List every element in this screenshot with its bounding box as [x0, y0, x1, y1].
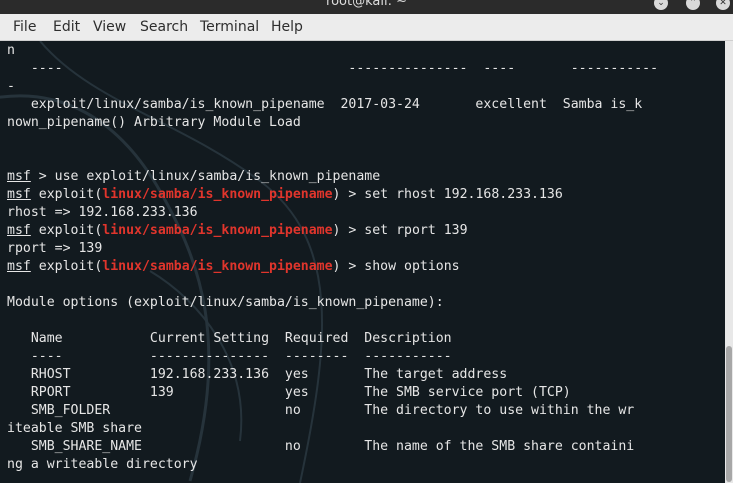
terminal-line: ---- --------------- -------- ----------…: [7, 348, 658, 366]
terminal-output[interactable]: n ---- --------------- ---- ----------- -…: [0, 41, 725, 483]
terminal-line: iteable SMB share: [7, 420, 658, 438]
terminal-text: rport => 139: [7, 241, 103, 256]
title-bar[interactable]: root@kali: ~ ⌄ ⌃ ✕: [0, 0, 733, 14]
terminal-line: exploit/linux/samba/is_known_pipename 20…: [7, 96, 658, 114]
terminal-text: n: [7, 43, 15, 58]
menu-help[interactable]: Help: [271, 19, 303, 35]
terminal-line: ---- --------------- ---- -----------: [7, 60, 658, 78]
menu-view[interactable]: View: [93, 19, 126, 35]
menu-search[interactable]: Search: [140, 19, 188, 35]
terminal-line: SMB_FOLDER no The directory to use withi…: [7, 402, 658, 420]
terminal-line: n: [7, 42, 658, 60]
terminal-text: exploit(: [30, 187, 103, 202]
module-path: linux/samba/is_known_pipename: [102, 187, 333, 202]
terminal-text: ---- --------------- -------- ----------…: [7, 349, 452, 364]
terminal-text: rhost => 192.168.233.136: [7, 205, 198, 220]
menu-bar: File Edit View Search Terminal Help: [0, 14, 733, 41]
terminal-line: msf exploit(linux/samba/is_known_pipenam…: [7, 258, 658, 276]
scrollbar-thumb[interactable]: [726, 346, 732, 482]
terminal-line: Module options (exploit/linux/samba/is_k…: [7, 294, 658, 312]
terminal-text: > use exploit/linux/samba/is_known_pipen…: [30, 169, 381, 184]
terminal-text: -: [7, 79, 15, 94]
msf-prompt: msf: [7, 259, 31, 274]
terminal-text: exploit(: [30, 223, 103, 238]
terminal-line: nown_pipename() Arbitrary Module Load: [7, 114, 658, 132]
terminal-window: root@kali: ~ ⌄ ⌃ ✕ File Edit View Search…: [0, 0, 733, 483]
msf-prompt: msf: [7, 187, 31, 202]
terminal-text: Module options (exploit/linux/samba/is_k…: [7, 295, 444, 310]
terminal-lines: n ---- --------------- ---- ----------- -…: [7, 42, 658, 474]
terminal-line: Name Current Setting Required Descriptio…: [7, 330, 658, 348]
terminal-text: ---- --------------- ---- -----------: [7, 61, 659, 76]
terminal-line: msf exploit(linux/samba/is_known_pipenam…: [7, 186, 658, 204]
terminal-text: ) > set rhost 192.168.233.136: [332, 187, 563, 202]
terminal-text: ng a writeable directory: [7, 457, 198, 472]
menu-file[interactable]: File: [13, 19, 36, 35]
terminal-text: RHOST 192.168.233.136 yes The target add…: [7, 367, 508, 382]
terminal-text: exploit/linux/samba/is_known_pipename 20…: [7, 97, 643, 112]
terminal-text: SMB_FOLDER no The directory to use withi…: [7, 403, 635, 418]
terminal-text: SMB_SHARE_NAME no The name of the SMB sh…: [7, 439, 635, 454]
terminal-text: nown_pipename() Arbitrary Module Load: [7, 115, 301, 130]
menu-terminal[interactable]: Terminal: [200, 19, 259, 35]
terminal-line: ng a writeable directory: [7, 456, 658, 474]
terminal-text: iteable SMB share: [7, 421, 142, 436]
terminal-text: ) > set rport 139: [332, 223, 468, 238]
terminal-line: -: [7, 78, 658, 96]
terminal-text: ) > show options: [332, 259, 460, 274]
module-path: linux/samba/is_known_pipename: [102, 259, 333, 274]
menu-edit[interactable]: Edit: [53, 19, 80, 35]
terminal-text: RPORT 139 yes The SMB service port (TCP): [7, 385, 571, 400]
msf-prompt: msf: [7, 169, 31, 184]
terminal-text: exploit(: [30, 259, 103, 274]
terminal-line: rport => 139: [7, 240, 658, 258]
terminal-line: RHOST 192.168.233.136 yes The target add…: [7, 366, 658, 384]
window-title: root@kali: ~: [326, 0, 407, 9]
terminal-line: msf > use exploit/linux/samba/is_known_p…: [7, 168, 658, 186]
msf-prompt: msf: [7, 223, 31, 238]
module-path: linux/samba/is_known_pipename: [102, 223, 333, 238]
terminal-text: Name Current Setting Required Descriptio…: [7, 331, 452, 346]
terminal-line: msf exploit(linux/samba/is_known_pipenam…: [7, 222, 658, 240]
terminal-line: SMB_SHARE_NAME no The name of the SMB sh…: [7, 438, 658, 456]
terminal-line: RPORT 139 yes The SMB service port (TCP): [7, 384, 658, 402]
terminal-scrollbar[interactable]: [725, 41, 733, 483]
terminal-line: rhost => 192.168.233.136: [7, 204, 658, 222]
